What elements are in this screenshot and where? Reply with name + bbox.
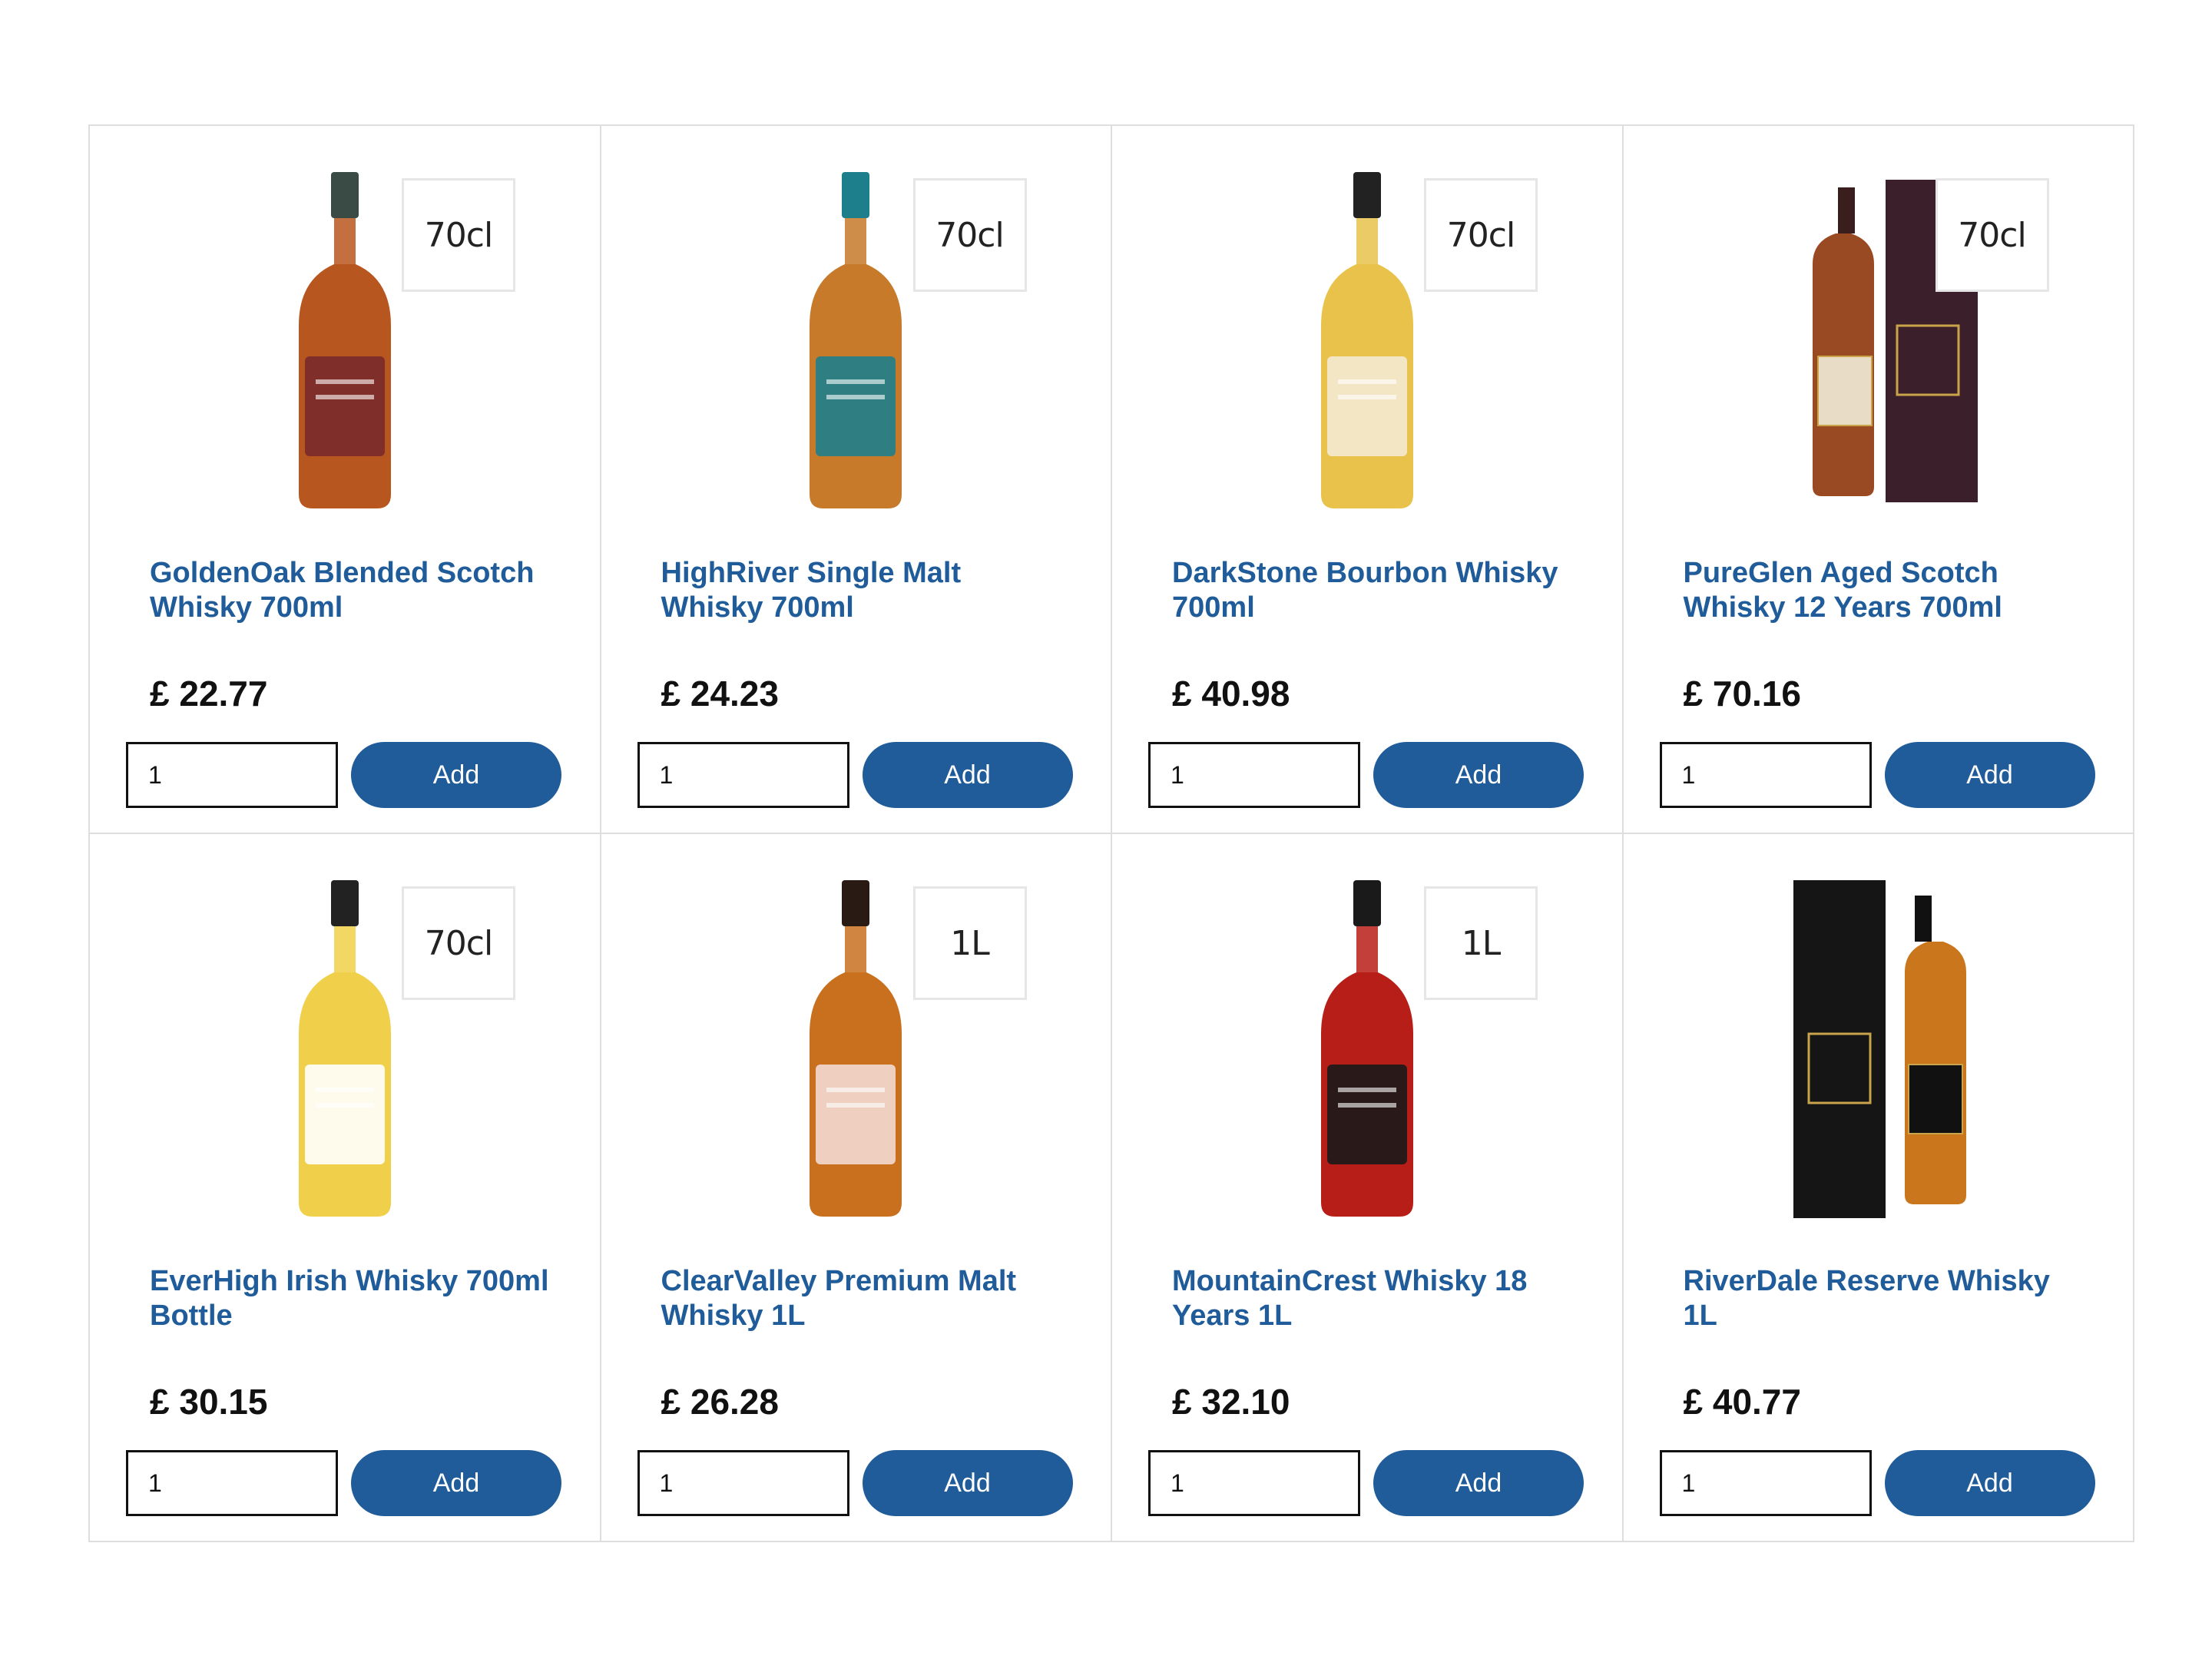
- product-card-7: 1L MountainCrest Whisky 18 Years 1L £ 32…: [1112, 834, 1624, 1542]
- add-to-basket-button[interactable]: Add: [351, 742, 561, 808]
- product-name[interactable]: EverHigh Irish Whisky 700ml Bottle: [150, 1264, 557, 1333]
- product-price: £ 24.23: [661, 674, 779, 714]
- product-name[interactable]: PureGlen Aged Scotch Whisky 12 Years 700…: [1684, 556, 2091, 625]
- add-to-basket-button[interactable]: Add: [862, 742, 1073, 808]
- add-to-basket-button[interactable]: Add: [1884, 1450, 2095, 1516]
- product-name[interactable]: GoldenOak Blended Scotch Whisky 700ml: [150, 556, 557, 625]
- size-badge: 70cl: [402, 178, 515, 292]
- add-to-basket-button[interactable]: Add: [862, 1450, 1073, 1516]
- product-card-5: 70cl EverHigh Irish Whisky 700ml Bottle …: [90, 834, 601, 1542]
- size-badge: 70cl: [912, 178, 1027, 292]
- product-name[interactable]: RiverDale Reserve Whisky 1L: [1684, 1264, 2091, 1333]
- add-to-basket-button[interactable]: Add: [1373, 1450, 1584, 1516]
- product-price: £ 32.10: [1172, 1382, 1290, 1422]
- quantity-input[interactable]: [126, 742, 338, 808]
- size-badge: 70cl: [1935, 178, 2049, 292]
- product-price: £ 22.77: [150, 674, 268, 714]
- product-card-6: 1L ClearValley Premium Malt Whisky 1L £ …: [601, 834, 1112, 1542]
- product-card-3: 70cl DarkStone Bourbon Whisky 700ml £ 40…: [1112, 126, 1624, 834]
- quantity-input[interactable]: [637, 1450, 849, 1516]
- size-badge: 70cl: [1424, 178, 1538, 292]
- product-card-2: 70cl HighRiver Single Malt Whisky 700ml …: [601, 126, 1112, 834]
- product-price: £ 40.98: [1172, 674, 1290, 714]
- product-name[interactable]: MountainCrest Whisky 18 Years 1L: [1172, 1264, 1579, 1333]
- add-to-basket-button[interactable]: Add: [1373, 742, 1584, 808]
- product-price: £ 40.77: [1683, 1382, 1801, 1422]
- product-card-8: RiverDale Reserve Whisky 1L £ 40.77 Add: [1623, 834, 2134, 1542]
- quantity-input[interactable]: [1659, 742, 1872, 808]
- quantity-input[interactable]: [1148, 1450, 1360, 1516]
- quantity-input[interactable]: [1659, 1450, 1872, 1516]
- add-to-basket-button[interactable]: Add: [1884, 742, 2095, 808]
- size-badge: 1L: [912, 886, 1027, 1000]
- product-card-4: 70cl PureGlen Aged Scotch Whisky 12 Year…: [1623, 126, 2134, 834]
- quantity-input[interactable]: [126, 1450, 338, 1516]
- size-badge: 1L: [1424, 886, 1538, 1000]
- quantity-input[interactable]: [1148, 742, 1360, 808]
- product-name[interactable]: DarkStone Bourbon Whisky 700ml: [1172, 556, 1579, 625]
- whisky-bottle-black-box-icon[interactable]: [1778, 880, 1978, 1226]
- product-name[interactable]: HighRiver Single Malt Whisky 700ml: [661, 556, 1068, 625]
- product-price: £ 70.16: [1683, 674, 1801, 714]
- product-grid: 70cl GoldenOak Blended Scotch Whisky 700…: [88, 124, 2134, 1542]
- product-price: £ 26.28: [661, 1382, 779, 1422]
- product-price: £ 30.15: [150, 1382, 268, 1422]
- product-card-1: 70cl GoldenOak Blended Scotch Whisky 700…: [90, 126, 601, 834]
- add-to-basket-button[interactable]: Add: [351, 1450, 561, 1516]
- size-badge: 70cl: [402, 886, 515, 1000]
- product-name[interactable]: ClearValley Premium Malt Whisky 1L: [661, 1264, 1068, 1333]
- quantity-input[interactable]: [637, 742, 849, 808]
